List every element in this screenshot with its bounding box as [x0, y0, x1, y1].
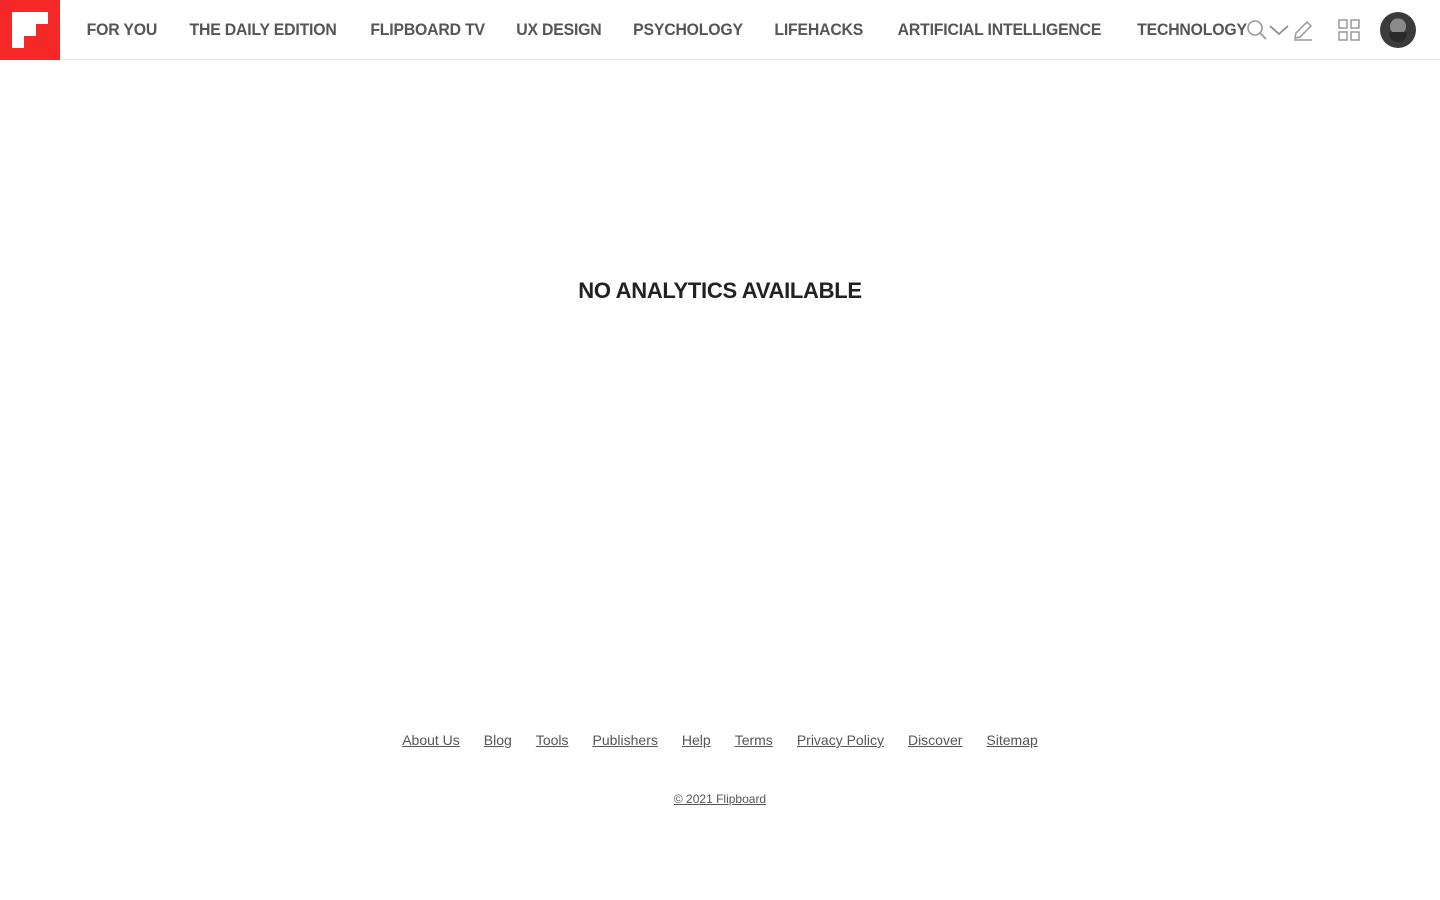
- footer-link-help[interactable]: Help: [682, 732, 711, 748]
- topic-tabs: FOR YOU THE DAILY EDITION FLIPBOARD TV U…: [72, 0, 1293, 60]
- tab-lifehacks[interactable]: LIFEHACKS: [763, 20, 874, 40]
- footer-link-terms[interactable]: Terms: [735, 732, 773, 748]
- footer-link-sitemap[interactable]: Sitemap: [986, 732, 1037, 748]
- footer-link-privacy-policy[interactable]: Privacy Policy: [797, 732, 884, 748]
- top-navigation-bar: FOR YOU THE DAILY EDITION FLIPBOARD TV U…: [0, 0, 1440, 60]
- flipboard-logo-mark: [0, 0, 60, 60]
- tab-for-you[interactable]: FOR YOU: [75, 20, 168, 40]
- footer-link-about-us[interactable]: About Us: [402, 732, 460, 748]
- footer-link-discover[interactable]: Discover: [908, 732, 962, 748]
- tab-artificial-intelligence[interactable]: ARTIFICIAL INTELLIGENCE: [887, 20, 1113, 40]
- header-tools: [1234, 0, 1440, 60]
- copyright-link[interactable]: © 2021 Flipboard: [0, 792, 1440, 806]
- footer-link-blog[interactable]: Blog: [484, 732, 512, 748]
- footer-link-tools[interactable]: Tools: [536, 732, 569, 748]
- search-icon[interactable]: [1234, 0, 1280, 60]
- user-avatar[interactable]: [1380, 12, 1416, 48]
- empty-state-message: NO ANALYTICS AVAILABLE: [578, 278, 862, 303]
- flipboard-logo-icon[interactable]: [0, 0, 60, 60]
- tab-the-daily-edition[interactable]: THE DAILY EDITION: [178, 20, 347, 40]
- tab-flipboard-tv[interactable]: FLIPBOARD TV: [359, 20, 496, 40]
- pencil-icon[interactable]: [1280, 0, 1326, 60]
- footer-links: About Us Blog Tools Publishers Help Term…: [0, 732, 1440, 748]
- tab-ux-design[interactable]: UX DESIGN: [505, 20, 613, 40]
- tab-psychology[interactable]: PSYCHOLOGY: [622, 20, 754, 40]
- grid-icon[interactable]: [1326, 0, 1372, 60]
- footer-link-publishers[interactable]: Publishers: [593, 732, 658, 748]
